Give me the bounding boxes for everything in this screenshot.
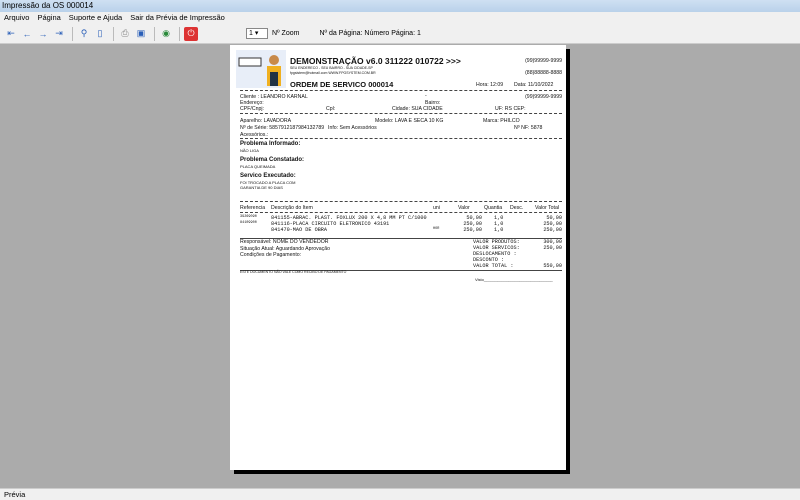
- uf: UF: RS CEP:: [495, 106, 526, 112]
- info: Info: Sem Acessórios: [328, 125, 377, 131]
- total-value: 550,00: [543, 263, 562, 269]
- item-ref: 39269090: [240, 215, 257, 219]
- status-bar: Prévia: [0, 488, 800, 500]
- item-total: 250,00: [543, 227, 562, 233]
- visto-line: Visto_______________________________: [475, 277, 553, 282]
- zoom-select[interactable]: 1 ▾: [246, 28, 268, 39]
- servico-executado-label: Servico Executado:: [240, 173, 296, 179]
- col-valor-total: Valor Total: [535, 205, 560, 211]
- export-icon[interactable]: ◉: [159, 27, 173, 41]
- menu-suporte[interactable]: Suporte e Ajuda: [69, 12, 122, 24]
- col-uni: uni: [433, 205, 440, 211]
- item-valor: 250,00: [463, 227, 482, 233]
- report-title: ORDEM DE SERVICO 000014: [290, 80, 394, 89]
- col-referencia: Referencia: [240, 205, 266, 211]
- last-page-icon[interactable]: ⇥: [52, 27, 66, 41]
- item-qtd: 1,0: [494, 227, 504, 233]
- problema-constatado-label: Problema Constatado:: [240, 157, 305, 163]
- nf: Nº NF: 5878: [514, 125, 543, 131]
- col-valor: Valor: [458, 205, 470, 211]
- page-number: Nº da Página: Número Página: 1: [319, 30, 421, 37]
- responsavel: Responsável: NOME DO VENDEDOR: [240, 239, 329, 245]
- toolbar: ⇤ ← → ⇥ ⚲ ▯ ⎙ ▣ ◉ ⏻ 1 ▾ Nº Zoom Nº da Pá…: [0, 24, 800, 44]
- divider: [113, 26, 114, 41]
- footer-note: ESTE DOCUMENTO NÃO VALE COMO RECIBO DE P…: [240, 270, 347, 274]
- zoom-value: 1: [249, 30, 253, 37]
- menu-arquivo[interactable]: Arquivo: [4, 12, 29, 24]
- cpf: CPF/Cnpj:: [240, 106, 264, 112]
- close-icon[interactable]: ⏻: [184, 26, 198, 41]
- divider: [179, 26, 180, 41]
- company-contact: fpgsistem@hotmail.com WWW.FPGSYSTEM.COM.…: [290, 71, 376, 75]
- cliente-phone: (99)99999-9999: [525, 94, 562, 100]
- problema-informado: NÃO LIGA: [240, 148, 259, 153]
- servico-linha-2: GARANTIA DE 90 DIAS: [240, 185, 283, 190]
- two-pages-icon[interactable]: ▯: [93, 27, 107, 41]
- print-setup-icon[interactable]: ▣: [134, 27, 148, 41]
- company-name: DEMONSTRAÇÃO v6.0 311222 010722 >>>: [290, 56, 461, 66]
- print-icon[interactable]: ⎙: [118, 27, 132, 41]
- data: Data: 11/10/2022: [514, 82, 554, 88]
- zoom-label: Nº Zoom: [272, 30, 300, 37]
- serie: Nº de Série: 5857912187984132789: [240, 125, 325, 131]
- marca: Marca: PHILCO: [483, 118, 520, 124]
- col-quantia: Quantia: [484, 205, 503, 211]
- phone-1: (99)99999-9999: [525, 58, 562, 64]
- condicoes: Condições de Pagamento:: [240, 252, 302, 258]
- item-uni: HOR: [433, 227, 440, 231]
- first-page-icon[interactable]: ⇤: [4, 27, 18, 41]
- company-address: SEU ENDERECO - SEU BAIRRO - SUA CIDADE-S…: [290, 66, 373, 70]
- next-page-icon[interactable]: →: [36, 27, 50, 41]
- prev-page-icon[interactable]: ←: [20, 27, 34, 41]
- zoom-icon[interactable]: ⚲: [77, 27, 91, 41]
- menu-pagina[interactable]: Página: [37, 12, 60, 24]
- modelo: Modelo: LAVA E SECA 10 KG: [375, 118, 444, 124]
- col-descricao: Descrição do Item: [271, 205, 313, 211]
- total-label: VALOR TOTAL :: [473, 263, 514, 269]
- item-ref: 84109900: [240, 221, 257, 225]
- problema-informado-label: Problema Informado:: [240, 141, 301, 147]
- menu-sair[interactable]: Sair da Prévia de Impressão: [130, 12, 225, 24]
- cpl: Cpl:: [326, 106, 336, 112]
- problema-constatado: PLACA QUEIMADA: [240, 164, 276, 169]
- col-desc: Desc.: [510, 205, 524, 211]
- aparelho: Aparelho: LAVADORA: [240, 118, 292, 124]
- menu-bar: Arquivo Página Suporte e Ajuda Sair da P…: [0, 12, 800, 24]
- company-logo: [236, 50, 286, 88]
- dash: -: [425, 93, 427, 99]
- divider: [154, 26, 155, 41]
- total-value: 250,00: [543, 245, 562, 251]
- item-desc: 841470-MAO DE OBRA: [271, 227, 328, 233]
- report-page: DEMONSTRAÇÃO v6.0 311222 010722 >>> SEU …: [230, 45, 566, 470]
- cidade: Cidade: SUA CIDADE: [392, 106, 443, 112]
- phone-2: (88)88888-8888: [525, 70, 562, 76]
- window-title: Impressão da OS 000014: [0, 0, 800, 12]
- divider: [72, 26, 73, 41]
- hora: Hora: 12:09: [476, 82, 504, 88]
